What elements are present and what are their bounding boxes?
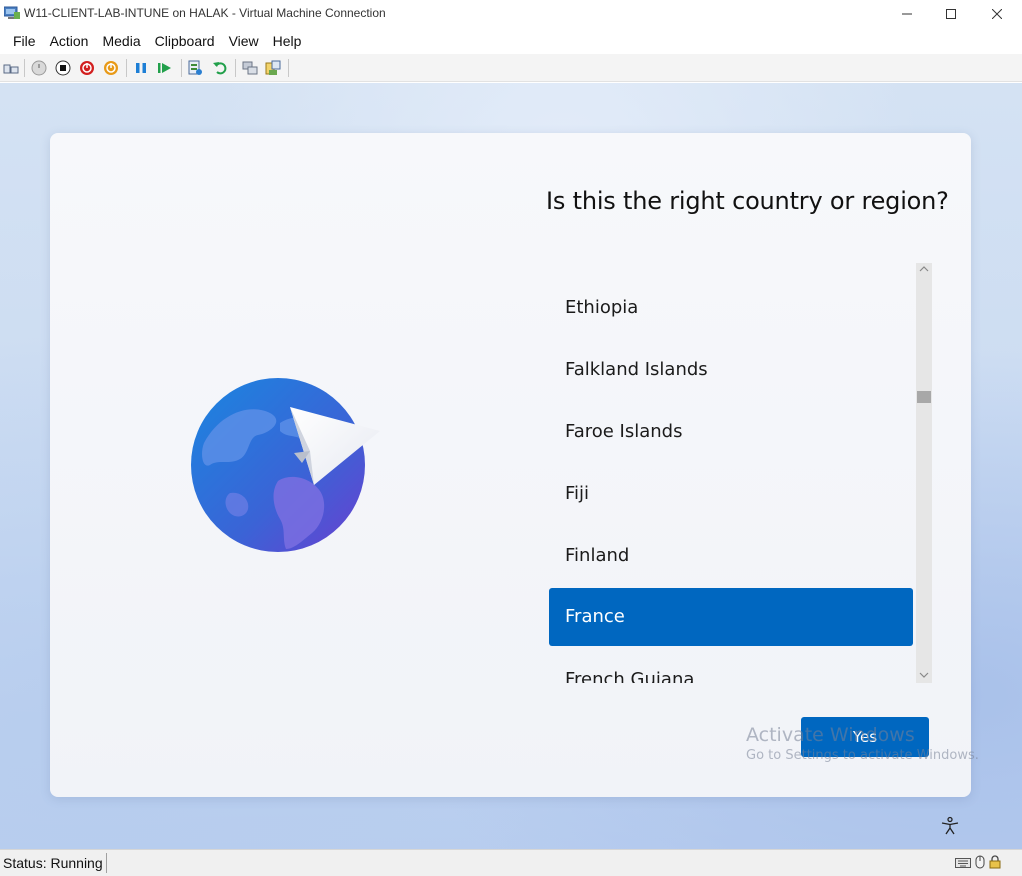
window-title: W11-CLIENT-LAB-INTUNE on HALAK - Virtual… <box>24 6 386 20</box>
title-bar: W11-CLIENT-LAB-INTUNE on HALAK - Virtual… <box>0 0 1022 28</box>
mouse-icon <box>975 855 985 874</box>
share-icon[interactable] <box>265 60 281 76</box>
menu-view[interactable]: View <box>222 30 266 52</box>
status-bar: Status: Running <box>0 849 1022 876</box>
country-list[interactable]: Ethiopia Falkland Islands Faroe Islands … <box>549 263 913 683</box>
toolbar-separator <box>288 59 289 77</box>
menu-bar: File Action Media Clipboard View Help <box>0 30 1022 52</box>
page-title: Is this the right country or region? <box>546 187 949 215</box>
toolbar <box>0 54 1022 82</box>
oobe-card: Is this the right country or region? Eth… <box>50 133 971 797</box>
menu-clipboard[interactable]: Clipboard <box>148 30 222 52</box>
status-icons <box>955 855 1001 874</box>
status-separator <box>106 853 107 873</box>
pause-icon[interactable] <box>133 60 149 76</box>
menu-media[interactable]: Media <box>95 30 147 52</box>
list-scrollbar[interactable] <box>916 263 932 683</box>
list-item[interactable]: Fiji <box>549 465 913 523</box>
ctrl-alt-del-icon[interactable] <box>3 60 19 76</box>
save-icon[interactable] <box>103 60 119 76</box>
menu-action[interactable]: Action <box>43 30 96 52</box>
lock-icon <box>989 855 1001 874</box>
toolbar-separator <box>235 59 236 77</box>
menu-file[interactable]: File <box>6 30 43 52</box>
keyboard-icon <box>955 856 971 874</box>
close-button[interactable] <box>974 0 1020 28</box>
revert-icon[interactable] <box>212 60 228 76</box>
accessibility-icon[interactable] <box>940 816 960 836</box>
menu-help[interactable]: Help <box>266 30 309 52</box>
list-item[interactable]: Faroe Islands <box>549 403 913 461</box>
toolbar-separator <box>126 59 127 77</box>
globe-illustration <box>190 373 390 563</box>
list-item[interactable]: Ethiopia <box>549 279 913 337</box>
scroll-up-icon[interactable] <box>916 263 932 277</box>
start-icon[interactable] <box>31 60 47 76</box>
turn-off-icon[interactable] <box>55 60 71 76</box>
scroll-down-icon[interactable] <box>916 669 932 683</box>
status-text: Status: Running <box>3 855 103 871</box>
checkpoint-icon[interactable] <box>187 60 203 76</box>
scroll-thumb[interactable] <box>917 391 931 403</box>
reset-icon[interactable] <box>157 60 173 76</box>
toolbar-separator <box>24 59 25 77</box>
yes-button[interactable]: Yes <box>801 717 929 757</box>
enhanced-session-icon[interactable] <box>242 60 258 76</box>
shut-down-icon[interactable] <box>79 60 95 76</box>
vm-connection-icon <box>3 6 20 20</box>
list-item[interactable]: Finland <box>549 527 913 585</box>
toolbar-separator <box>181 59 182 77</box>
minimize-button[interactable] <box>884 0 930 28</box>
list-item-selected[interactable]: France <box>549 588 913 646</box>
list-item[interactable]: Falkland Islands <box>549 341 913 399</box>
list-item[interactable]: French Guiana <box>549 651 913 683</box>
maximize-button[interactable] <box>928 0 974 28</box>
vm-screen[interactable]: Is this the right country or region? Eth… <box>0 83 1022 849</box>
